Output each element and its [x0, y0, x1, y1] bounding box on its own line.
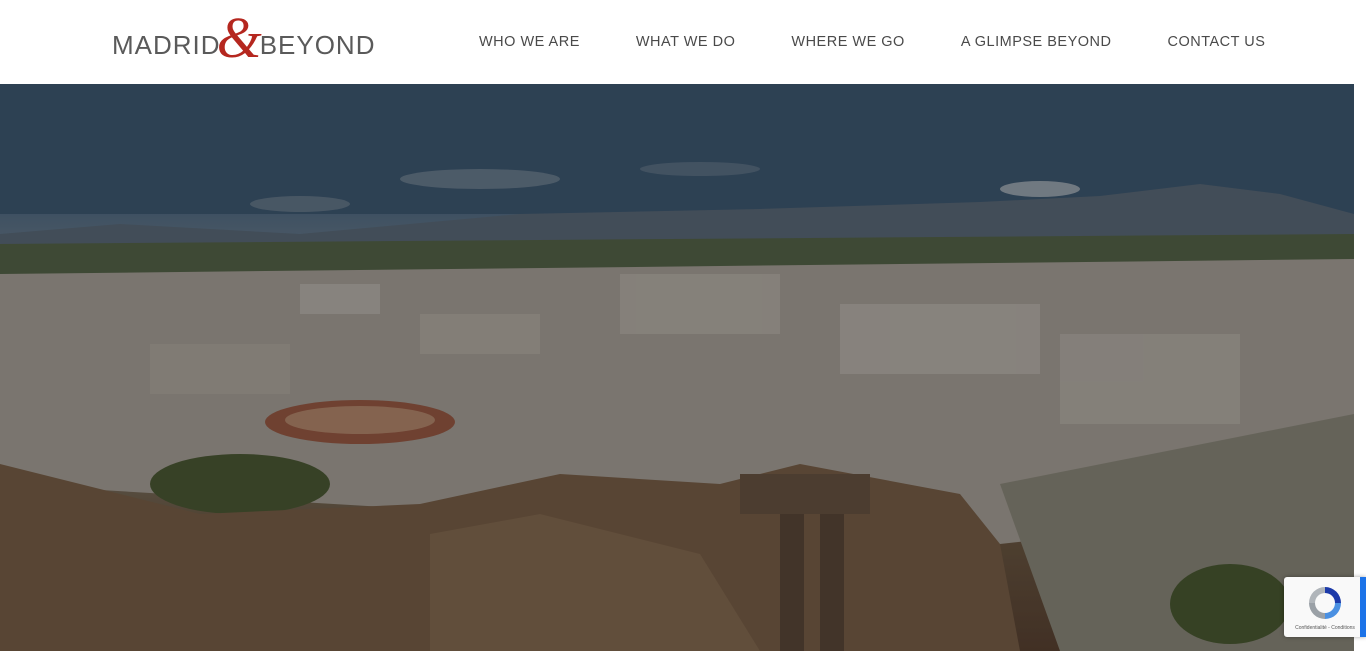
main-nav: WHO WE ARE WHAT WE DO WHERE WE GO A GLIM…	[479, 0, 1265, 84]
recaptcha-terms-link[interactable]: Conditions	[1331, 625, 1355, 631]
logo-word-beyond: BEYOND	[259, 30, 376, 60]
recaptcha-blue-edge	[1360, 577, 1366, 637]
recaptcha-badge[interactable]: Confidentialité - Conditions	[1284, 577, 1366, 637]
hero-image-ronda	[0, 84, 1354, 651]
logo-ampersand: &	[216, 5, 262, 70]
recaptcha-privacy-link[interactable]: Confidentialité	[1295, 625, 1327, 631]
nav-a-glimpse-beyond[interactable]: A GLIMPSE BEYOND	[961, 34, 1112, 50]
nav-where-we-go[interactable]: WHERE WE GO	[791, 34, 904, 50]
recaptcha-icon	[1309, 587, 1341, 619]
logo-word-madrid: MADRID	[112, 30, 221, 60]
nav-contact-us[interactable]: CONTACT US	[1167, 34, 1265, 50]
hero-dark-overlay	[0, 84, 1354, 651]
nav-who-we-are[interactable]: WHO WE ARE	[479, 34, 580, 50]
recaptcha-links: Confidentialité - Conditions	[1295, 625, 1355, 631]
nav-what-we-do[interactable]: WHAT WE DO	[636, 34, 736, 50]
page-right-gutter	[1354, 84, 1366, 651]
site-logo[interactable]: MADRID & BEYOND	[112, 8, 382, 68]
site-header: MADRID & BEYOND WHO WE ARE WHAT WE DO WH…	[0, 0, 1366, 84]
